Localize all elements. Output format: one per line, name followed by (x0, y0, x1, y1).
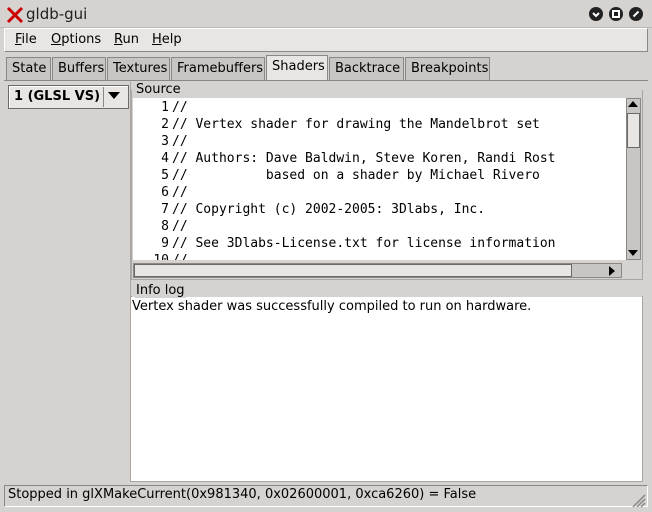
line-number: 4 (161, 151, 169, 166)
line-number: 9 (161, 236, 169, 251)
code-line: // (172, 100, 188, 115)
line-number: 8 (161, 219, 169, 234)
select-separator (103, 87, 104, 107)
info-log-text: Vertex shader was successfully compiled … (132, 299, 532, 314)
tab-shaders[interactable]: Shaders (266, 55, 328, 81)
code-line: // See 3Dlabs-License.txt for license in… (172, 236, 556, 251)
tab-textures[interactable]: Textures (107, 57, 170, 80)
minimize-icon[interactable] (589, 7, 603, 21)
menu-help[interactable]: Help (152, 32, 182, 47)
line-number: 10 (133, 252, 169, 260)
menu-run-label: un (122, 32, 139, 47)
scroll-down-icon[interactable] (628, 250, 638, 256)
info-log-view[interactable] (131, 297, 642, 481)
tab-backtrace[interactable]: Backtrace (329, 57, 404, 80)
line-number: 7 (161, 202, 169, 217)
menu-file-label: ile (21, 32, 37, 47)
tab-breakpoints[interactable]: Breakpoints (405, 57, 490, 80)
source-code-view[interactable]: 1 // 2 // Vertex shader for drawing the … (133, 98, 626, 260)
code-line: // Authors: Dave Baldwin, Steve Koren, R… (172, 151, 556, 166)
tab-framebuffers[interactable]: Framebuffers (171, 57, 265, 80)
info-log-label: Info log (135, 283, 186, 298)
shader-select-value: 1 (GLSL VS) (14, 89, 101, 104)
code-line: // Copyright (c) 2002-2005: 3Dlabs, Inc. (172, 202, 486, 217)
menu-options[interactable]: Options (51, 32, 101, 47)
tab-baseline (4, 80, 648, 81)
line-number: 1 (161, 100, 169, 115)
scroll-right-icon[interactable] (609, 266, 615, 276)
source-label: Source (135, 82, 182, 97)
title-bar (0, 0, 652, 28)
chevron-down-icon[interactable] (108, 92, 120, 99)
tab-state[interactable]: State (6, 57, 51, 80)
tab-buffers[interactable]: Buffers (52, 57, 106, 80)
menu-run[interactable]: Run (114, 32, 139, 47)
scroll-up-icon[interactable] (628, 101, 638, 107)
status-text: Stopped in glXMakeCurrent(0x981340, 0x02… (8, 487, 477, 502)
resize-grip-icon[interactable] (630, 492, 646, 508)
code-line: // (172, 185, 188, 200)
menu-help-label: elp (161, 32, 182, 47)
code-line: // based on a shader by Michael Rivero (172, 168, 540, 183)
horizontal-scroll-thumb[interactable] (134, 264, 572, 277)
app-x-icon (6, 6, 24, 24)
menu-help-mnemonic: H (152, 32, 162, 47)
menu-options-mnemonic: O (51, 32, 62, 47)
code-line: // (172, 219, 188, 234)
maximize-icon[interactable] (609, 7, 623, 21)
line-number: 6 (161, 185, 169, 200)
line-number: 3 (161, 134, 169, 149)
code-line: // Vertex shader for drawing the Mandelb… (172, 117, 540, 132)
vertical-scroll-thumb[interactable] (627, 113, 640, 148)
window-title: gldb-gui (26, 5, 88, 23)
code-line: // (172, 134, 188, 149)
line-number: 5 (161, 168, 169, 183)
code-line: // (172, 252, 188, 260)
menu-options-label: ptions (61, 32, 102, 47)
close-icon[interactable] (629, 7, 643, 21)
menu-file[interactable]: File (15, 32, 37, 47)
line-number: 2 (161, 117, 169, 132)
